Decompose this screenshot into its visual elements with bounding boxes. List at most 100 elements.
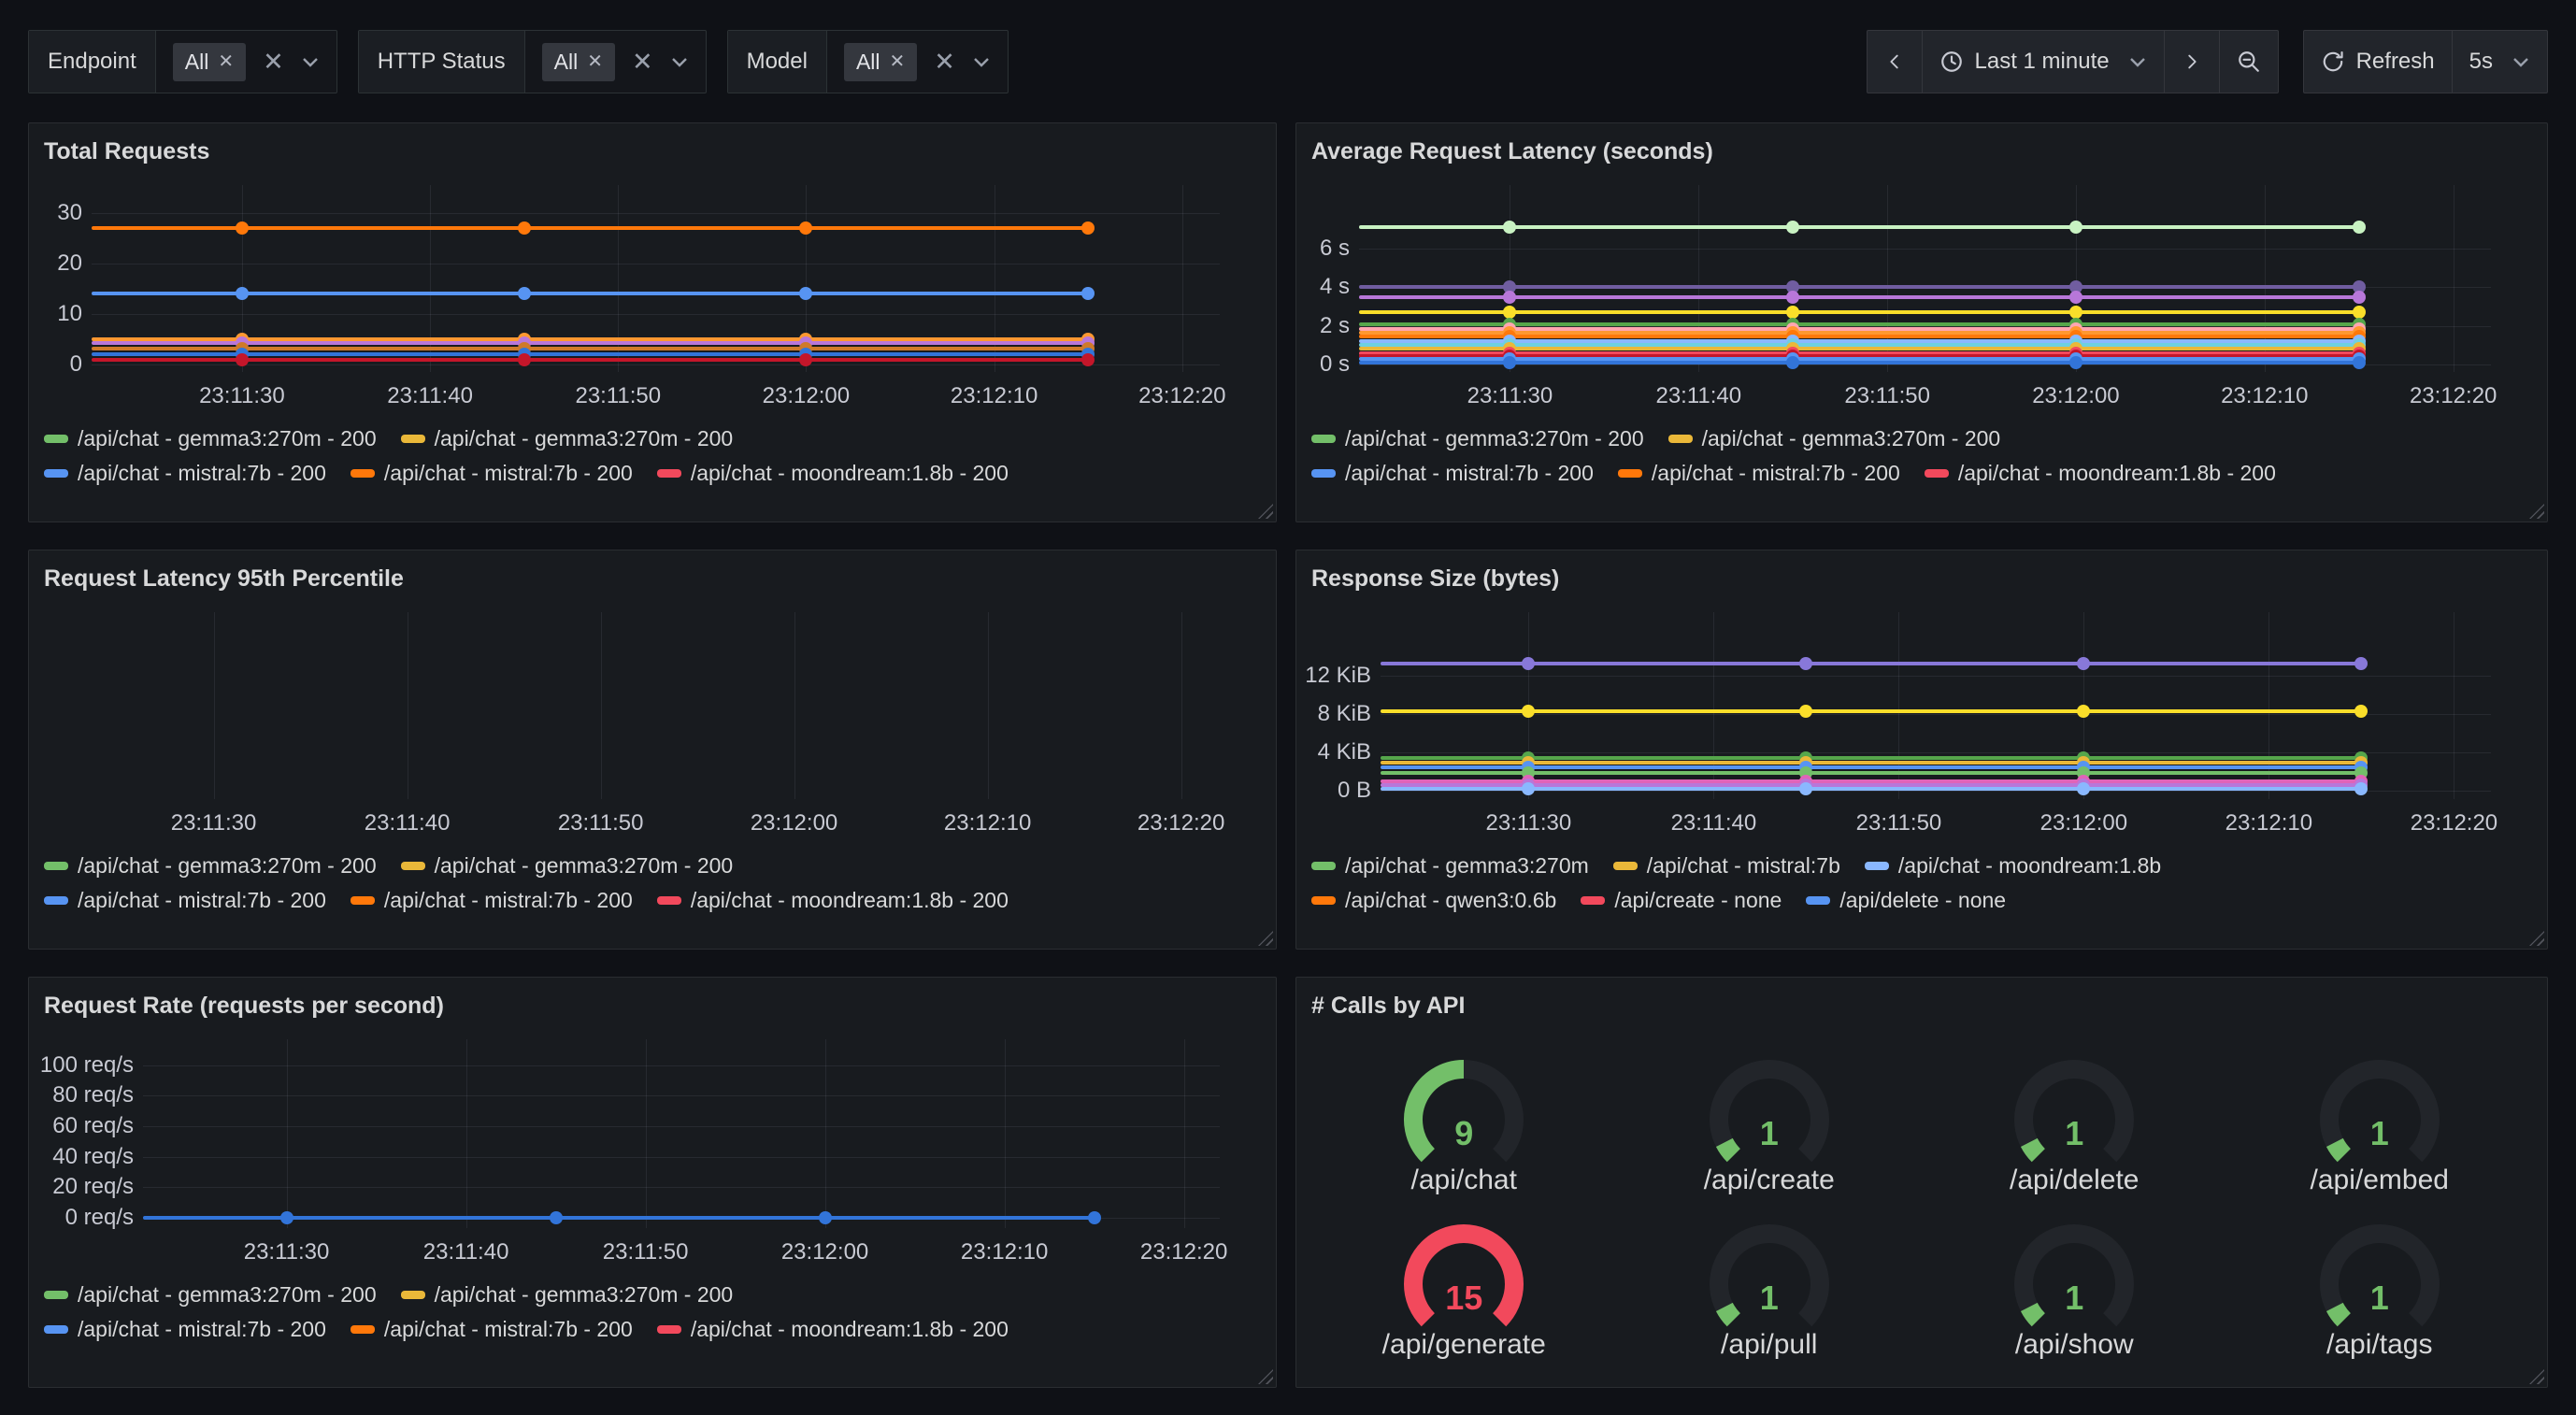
panel-resize-handle[interactable] bbox=[2529, 504, 2544, 519]
gauge-label: /api/delete bbox=[2010, 1165, 2139, 1196]
filter-value-box[interactable]: All ✕ ✕ bbox=[156, 31, 336, 93]
gauge-arc: 1 bbox=[1995, 1047, 2154, 1166]
legend-item[interactable]: /api/chat - gemma3:270m - 200 bbox=[401, 1282, 734, 1308]
chart-plot-area[interactable] bbox=[92, 185, 1220, 372]
time-range-button[interactable]: Last 1 minute bbox=[1922, 31, 2164, 93]
legend-item[interactable]: /api/chat - moondream:1.8b bbox=[1865, 853, 2161, 879]
chart-plot-area[interactable] bbox=[1359, 185, 2491, 372]
gauge-label: /api/create bbox=[1704, 1165, 1835, 1196]
remove-value-icon[interactable]: ✕ bbox=[587, 52, 603, 71]
legend-item[interactable]: /api/chat - gemma3:270m - 200 bbox=[44, 1282, 377, 1308]
refresh-button[interactable]: Refresh bbox=[2304, 31, 2452, 93]
x-axis-tick-label: 23:12:10 bbox=[961, 1239, 1048, 1265]
x-axis-tick-label: 23:11:30 bbox=[1486, 810, 1572, 836]
panel-title[interactable]: # Calls by API bbox=[1311, 989, 2532, 1022]
filter-value-pill[interactable]: All ✕ bbox=[173, 43, 246, 81]
legend-item[interactable]: /api/chat - mistral:7b - 200 bbox=[44, 1317, 326, 1342]
chevron-down-icon bbox=[2128, 55, 2147, 68]
legend-item[interactable]: /api/delete - none bbox=[1806, 888, 2006, 913]
filter-value-box[interactable]: All ✕ ✕ bbox=[525, 31, 706, 93]
legend-item[interactable]: /api/chat - moondream:1.8b - 200 bbox=[657, 888, 1009, 913]
chart-plot-area[interactable] bbox=[143, 1039, 1220, 1228]
x-axis-tick-label: 23:11:40 bbox=[1671, 810, 1757, 836]
gridline-vertical bbox=[1005, 1039, 1006, 1228]
gridline-horizontal bbox=[92, 314, 1220, 315]
filter-label: Model bbox=[728, 31, 827, 93]
legend-item[interactable]: /api/chat - gemma3:270m - 200 bbox=[401, 426, 734, 451]
legend-item[interactable]: /api/chat - moondream:1.8b - 200 bbox=[1925, 461, 2276, 486]
series-point bbox=[518, 222, 531, 235]
legend-series-color bbox=[44, 435, 68, 443]
filter-endpoint: Endpoint All ✕ ✕ bbox=[28, 30, 337, 93]
legend-series-color bbox=[1581, 896, 1605, 905]
legend-item[interactable]: /api/chat - gemma3:270m - 200 bbox=[44, 853, 377, 879]
legend-item[interactable]: /api/create - none bbox=[1581, 888, 1782, 913]
chart-plot-area[interactable] bbox=[59, 612, 1220, 799]
legend-item[interactable]: /api/chat - gemma3:270m - 200 bbox=[44, 426, 377, 451]
legend-item[interactable]: /api/chat - gemma3:270m - 200 bbox=[1311, 426, 1644, 451]
clear-filter-icon[interactable]: ✕ bbox=[632, 50, 653, 75]
legend-series-color bbox=[1865, 862, 1889, 870]
panel-resize-handle[interactable] bbox=[2529, 931, 2544, 946]
chart-legend: /api/chat - gemma3:270m - 200/api/chat -… bbox=[44, 853, 1261, 913]
clear-filter-icon[interactable]: ✕ bbox=[934, 50, 955, 75]
remove-value-icon[interactable]: ✕ bbox=[218, 52, 234, 71]
panel-average-request-latency: Average Request Latency (seconds) 6 s4 s… bbox=[1295, 122, 2548, 522]
gauge-arc: 1 bbox=[1690, 1047, 1849, 1166]
gridline-vertical bbox=[214, 612, 215, 799]
time-shift-forward-button[interactable] bbox=[2164, 31, 2219, 93]
panel-title[interactable]: Total Requests bbox=[44, 135, 1261, 168]
legend-item[interactable]: /api/chat - gemma3:270m bbox=[1311, 853, 1589, 879]
timeseries-chart: 100 req/s80 req/s60 req/s40 req/s20 req/… bbox=[44, 1039, 1261, 1267]
panel-title[interactable]: Response Size (bytes) bbox=[1311, 562, 2532, 595]
legend-item[interactable]: /api/chat - mistral:7b - 200 bbox=[1618, 461, 1900, 486]
panel-resize-handle[interactable] bbox=[2529, 1369, 2544, 1384]
legend-item[interactable]: /api/chat - qwen3:0.6b bbox=[1311, 888, 1556, 913]
chevron-down-icon[interactable] bbox=[301, 55, 320, 68]
legend-item[interactable]: /api/chat - mistral:7b - 200 bbox=[351, 461, 633, 486]
panel-resize-handle[interactable] bbox=[1258, 504, 1273, 519]
x-axis-tick-label: 23:12:00 bbox=[2040, 810, 2127, 836]
gridline-vertical bbox=[1182, 185, 1183, 372]
legend-series-color bbox=[44, 1325, 68, 1334]
gauge-api-create: 1/api/create bbox=[1617, 1047, 1923, 1196]
x-axis-tick-label: 23:12:20 bbox=[1138, 383, 1225, 409]
time-shift-back-button[interactable] bbox=[1868, 31, 1922, 93]
remove-value-icon[interactable]: ✕ bbox=[890, 52, 906, 71]
gridline-vertical bbox=[825, 1039, 826, 1228]
panel-title[interactable]: Average Request Latency (seconds) bbox=[1311, 135, 2532, 168]
y-axis-tick-label: 0 bbox=[70, 351, 82, 378]
legend-item[interactable]: /api/chat - gemma3:270m - 200 bbox=[1668, 426, 2001, 451]
legend-item[interactable]: /api/chat - gemma3:270m - 200 bbox=[401, 853, 734, 879]
clear-filter-icon[interactable]: ✕ bbox=[263, 50, 284, 75]
zoom-out-icon bbox=[2237, 50, 2261, 74]
gauge-value: 1 bbox=[2300, 1114, 2459, 1153]
chevron-down-icon[interactable] bbox=[972, 55, 991, 68]
filter-value-box[interactable]: All ✕ ✕ bbox=[827, 31, 1008, 93]
gauge-label: /api/pull bbox=[1721, 1329, 1817, 1361]
legend-series-label: /api/chat - moondream:1.8b - 200 bbox=[1958, 461, 2276, 486]
legend-item[interactable]: /api/chat - moondream:1.8b - 200 bbox=[657, 461, 1009, 486]
legend-item[interactable]: /api/chat - mistral:7b - 200 bbox=[44, 888, 326, 913]
panel-resize-handle[interactable] bbox=[1258, 931, 1273, 946]
panel-resize-handle[interactable] bbox=[1258, 1369, 1273, 1384]
refresh-interval-button[interactable]: 5s bbox=[2452, 31, 2547, 93]
legend-item[interactable]: /api/chat - mistral:7b - 200 bbox=[351, 888, 633, 913]
legend-item[interactable]: /api/chat - mistral:7b - 200 bbox=[351, 1317, 633, 1342]
panel-title[interactable]: Request Rate (requests per second) bbox=[44, 989, 1261, 1022]
gauge-arc: 15 bbox=[1384, 1211, 1543, 1331]
zoom-out-button[interactable] bbox=[2219, 31, 2278, 93]
gridline-horizontal bbox=[1381, 714, 2491, 715]
filter-value-pill[interactable]: All ✕ bbox=[542, 43, 615, 81]
legend-series-label: /api/chat - gemma3:270m - 200 bbox=[435, 426, 734, 451]
legend-item[interactable]: /api/chat - mistral:7b bbox=[1613, 853, 1840, 879]
legend-item[interactable]: /api/chat - mistral:7b - 200 bbox=[1311, 461, 1594, 486]
x-axis-tick-label: 23:12:10 bbox=[944, 810, 1031, 836]
filter-value-pill[interactable]: All ✕ bbox=[844, 43, 917, 81]
chevron-down-icon[interactable] bbox=[670, 55, 689, 68]
panel-title[interactable]: Request Latency 95th Percentile bbox=[44, 562, 1261, 595]
legend-item[interactable]: /api/chat - moondream:1.8b - 200 bbox=[657, 1317, 1009, 1342]
legend-item[interactable]: /api/chat - mistral:7b - 200 bbox=[44, 461, 326, 486]
legend-series-color bbox=[44, 862, 68, 870]
chart-plot-area[interactable] bbox=[1381, 612, 2491, 799]
